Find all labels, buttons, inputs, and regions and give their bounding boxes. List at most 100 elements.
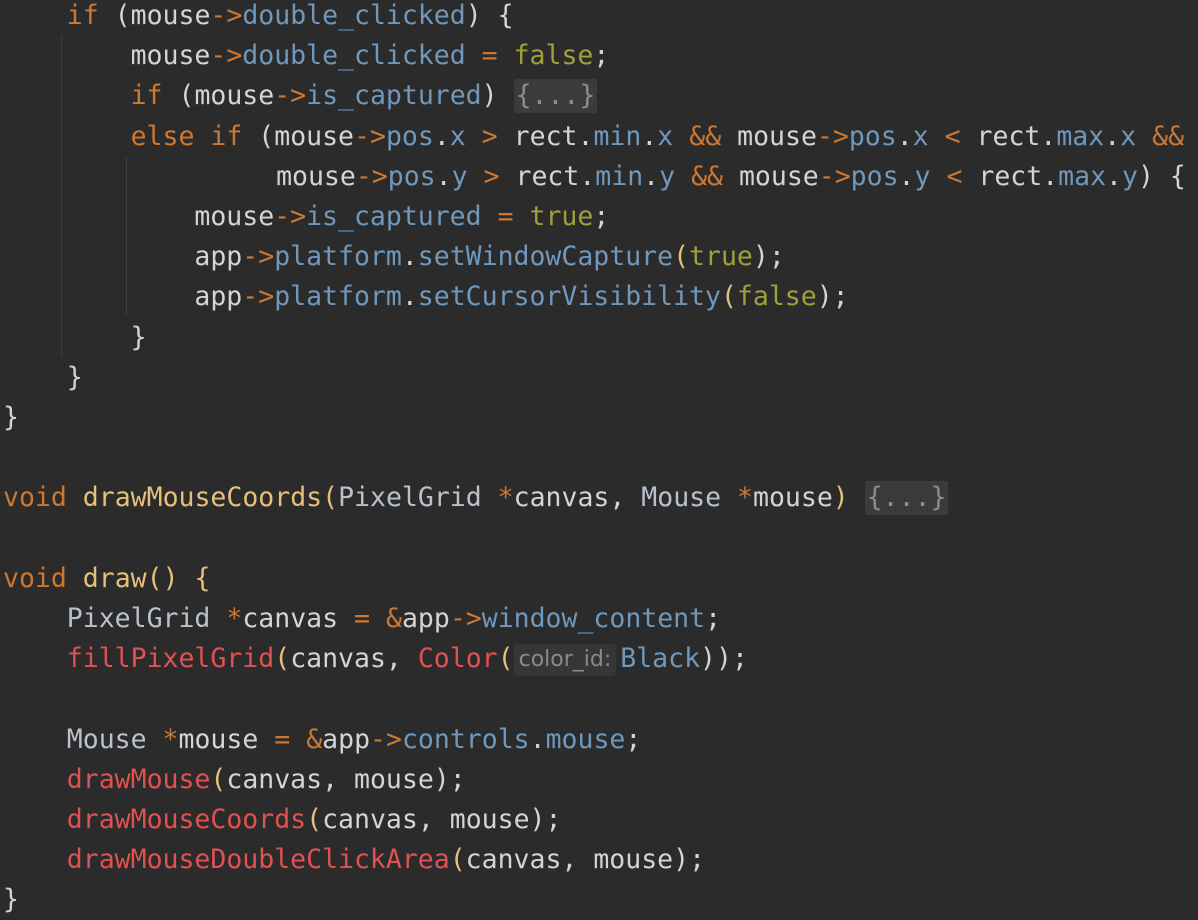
code-line[interactable]: mouse->pos.y > rect.min.y && mouse->pos.… [276, 157, 1186, 197]
punctuation-token: . [579, 160, 596, 192]
punctuation-token [210, 603, 226, 634]
keyword-token: else [130, 120, 195, 152]
identifier-token: canvas [513, 482, 610, 514]
keyword-token: void [3, 562, 67, 594]
keyword-token: if [130, 80, 163, 112]
paren-token: ( [274, 643, 291, 675]
code-line[interactable]: mouse->double_clicked = false; [131, 36, 610, 76]
function-call-token: fillPixelGrid [66, 643, 275, 675]
code-line[interactable]: mouse->is_captured = true; [194, 197, 609, 237]
punctuation-token: ); [673, 844, 706, 876]
operator-token: -> [242, 241, 275, 273]
punctuation-token: ( [162, 80, 195, 112]
code-line[interactable]: drawMouseCoords(canvas, mouse); [67, 800, 562, 840]
punctuation-token [1136, 121, 1152, 152]
type-token: Mouse [66, 723, 147, 755]
identifier-token: app [401, 603, 450, 634]
code-line[interactable]: fillPixelGrid(canvas, Color(color_id: Bla… [67, 639, 748, 679]
punctuation-token [466, 40, 482, 71]
code-line[interactable]: if (mouse->is_captured) {...} [131, 76, 598, 116]
paren-token: ( [449, 844, 466, 876]
identifier-token: canvas [226, 763, 323, 795]
identifier-token: rect [513, 120, 578, 152]
field-token: y [1122, 160, 1138, 192]
code-line[interactable]: Mouse *mouse = &app->controls.mouse; [67, 720, 642, 760]
punctuation-token [962, 161, 978, 192]
folded-code-block[interactable]: {...} [513, 79, 598, 114]
code-line[interactable]: app->platform.setWindowCapture(true); [194, 237, 784, 277]
function-call-token: drawMouse [66, 763, 211, 795]
field-token: controls [401, 723, 530, 755]
folded-code-block[interactable]: {...} [864, 481, 949, 516]
code-line[interactable]: } [131, 318, 147, 358]
operator-token: * [497, 482, 514, 514]
punctuation-token: ( [98, 0, 131, 31]
punctuation-token [961, 121, 977, 152]
punctuation-token [67, 563, 83, 594]
function-call-token: drawMouseCoords [66, 804, 307, 835]
punctuation-token [147, 724, 163, 755]
punctuation-token [500, 161, 516, 192]
field-token: is_captured [306, 201, 482, 232]
paren-token: () { [146, 562, 211, 594]
keyword-token: void [3, 482, 67, 514]
code-line[interactable]: void draw() { [3, 559, 210, 599]
field-token: y [659, 160, 676, 192]
type-token: PixelGrid [66, 603, 211, 634]
keyword-token: if [210, 120, 243, 152]
code-line[interactable]: } [3, 880, 19, 920]
punctuation-token: ; [705, 603, 722, 634]
identifier-token: mouse [753, 482, 833, 514]
operator-token: -> [274, 201, 307, 232]
operator-token: * [737, 482, 753, 514]
field-token: min [593, 120, 642, 152]
punctuation-token [370, 603, 386, 634]
identifier-token: mouse [130, 40, 211, 72]
punctuation-token: } [130, 321, 147, 353]
indent-guide [61, 36, 62, 356]
punctuation-token: , [417, 804, 450, 835]
code-line[interactable]: drawMouse(canvas, mouse); [67, 760, 466, 800]
field-token: platform [274, 281, 402, 313]
punctuation-token [290, 724, 306, 755]
punctuation-token: ); [752, 241, 785, 273]
paren-token: ( [210, 763, 227, 795]
field-token: window_content [481, 603, 706, 634]
code-line[interactable]: app->platform.setCursorVisibility(false)… [194, 277, 848, 317]
identifier-token: mouse [130, 0, 211, 31]
identifier-token: mouse [194, 201, 275, 232]
keyword-token: if [66, 0, 99, 31]
punctuation-token [338, 603, 354, 634]
identifier-token: app [194, 281, 243, 313]
code-line[interactable]: if (mouse->double_clicked) { [67, 0, 514, 36]
operator-token: -> [449, 603, 482, 634]
punctuation-token: ); [816, 281, 849, 313]
paren-token: ( [322, 482, 339, 514]
punctuation-token [673, 121, 689, 152]
punctuation-token: ( [242, 120, 275, 152]
code-line[interactable]: void drawMouseCoords(PixelGrid *canvas, … [3, 478, 949, 518]
field-token: y [914, 160, 931, 192]
punctuation-token: , [561, 844, 594, 876]
field-token: pos [850, 160, 899, 192]
field-token: pos [385, 120, 434, 152]
identifier-token: canvas [322, 804, 418, 835]
operator-token: && [689, 120, 722, 152]
identifier-token: mouse [274, 120, 355, 152]
code-line[interactable]: drawMouseDoubleClickArea(canvas, mouse); [67, 840, 705, 880]
punctuation-token: ; [625, 723, 642, 755]
punctuation-token: . [643, 160, 660, 192]
punctuation-token: . [529, 723, 546, 755]
punctuation-token: ) { [1137, 160, 1186, 192]
code-editor[interactable]: if (mouse->double_clicked) {mouse->doubl… [0, 0, 1198, 919]
operator-token: -> [242, 281, 275, 313]
code-line[interactable]: } [3, 398, 19, 438]
operator-token: > [481, 120, 498, 152]
code-line[interactable]: } [67, 358, 83, 398]
operator-token: < [944, 120, 961, 152]
function-call-token: drawMouseDoubleClickArea [66, 844, 450, 876]
punctuation-token [723, 161, 739, 192]
code-line[interactable]: else if (mouse->pos.x > rect.min.x && mo… [131, 117, 1184, 157]
type-token: Mouse [641, 482, 722, 514]
code-line[interactable]: PixelGrid *canvas = &app->window_content… [67, 599, 721, 639]
